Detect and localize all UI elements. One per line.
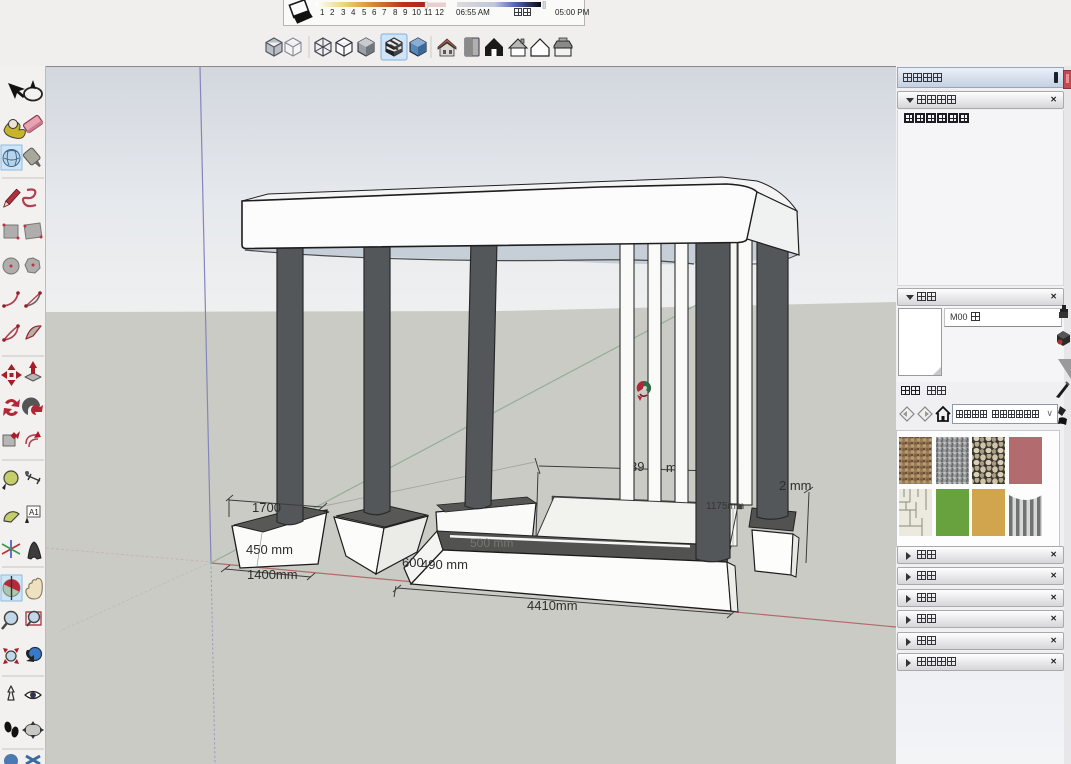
svg-text:2 mm: 2 mm <box>779 478 812 493</box>
svg-text:4410mm: 4410mm <box>527 598 578 613</box>
svg-text:490 mm: 490 mm <box>421 557 468 572</box>
svg-text:1400mm: 1400mm <box>247 567 298 582</box>
svg-text:A1: A1 <box>29 508 39 517</box>
svg-text:1175mm: 1175mm <box>706 501 744 512</box>
svg-text:1700: 1700 <box>252 500 281 515</box>
svg-text:450 mm: 450 mm <box>246 542 293 557</box>
svg-text:500 mm: 500 mm <box>470 536 513 550</box>
